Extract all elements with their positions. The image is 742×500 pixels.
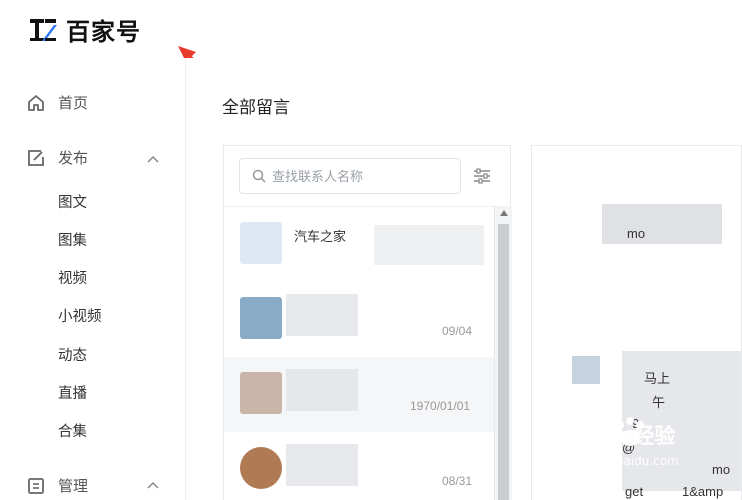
sidebar-item-moments[interactable]: 动态 <box>58 344 87 365</box>
search-input[interactable] <box>272 168 452 184</box>
sidebar-item-label: 管理 <box>58 478 89 495</box>
message-detail-panel: mo 马上 午 9 @ mo get 1&amp <box>531 145 742 500</box>
blurred-content <box>374 225 484 265</box>
sidebar-item-label: 发布 <box>58 150 89 167</box>
message-text: 马上 <box>644 371 671 386</box>
chevron-up-icon[interactable] <box>146 479 160 493</box>
message-text: get <box>625 484 644 499</box>
page-title: 全部留言 <box>222 98 290 117</box>
sidebar-item-label: 首页 <box>58 95 89 112</box>
top-bar: 百家号 <box>0 0 742 58</box>
list-item[interactable]: 08/31 <box>224 432 494 500</box>
sidebar-item-home[interactable]: 首页 <box>26 92 88 113</box>
search-box[interactable] <box>239 158 461 194</box>
sidebar: 首页 发布 图文 图集 视频 小视频 动态 直播 合集 管理 <box>0 58 186 500</box>
message-text: mo <box>627 226 646 241</box>
list-item[interactable]: 汽车之家 <box>224 207 494 282</box>
list-item[interactable]: 1970/01/01 <box>224 357 494 432</box>
home-icon <box>26 93 46 113</box>
scroll-up-icon[interactable] <box>500 210 508 216</box>
blurred-content <box>602 204 722 244</box>
sidebar-item-publish[interactable]: 发布 <box>26 147 88 168</box>
filter-icon[interactable] <box>472 166 492 186</box>
baijiahao-logo-icon <box>30 18 57 41</box>
avatar <box>240 447 282 489</box>
avatar <box>240 297 282 339</box>
document-icon <box>26 476 46 496</box>
message-date: 09/04 <box>442 324 473 338</box>
message-text: 1&amp <box>682 484 724 499</box>
chevron-up-icon[interactable] <box>146 153 160 167</box>
brand-name: 百家号 <box>66 19 141 46</box>
sidebar-item-collection[interactable]: 合集 <box>58 420 87 441</box>
avatar <box>572 356 600 384</box>
contact-panel: 汽车之家 09/04 1970/01/01 08/31 <box>223 145 512 500</box>
sidebar-item-manage[interactable]: 管理 <box>26 475 88 496</box>
list-item[interactable]: 09/04 <box>224 282 494 357</box>
avatar <box>240 372 282 414</box>
message-text: @ <box>622 440 636 455</box>
blurred-content <box>286 294 358 336</box>
edit-icon <box>26 148 46 168</box>
sidebar-item-video[interactable]: 视频 <box>58 267 87 288</box>
sidebar-item-gallery[interactable]: 图集 <box>58 229 87 250</box>
brand-logo[interactable]: 百家号 <box>28 12 141 47</box>
blurred-content <box>286 369 358 411</box>
scroll-thumb[interactable] <box>498 224 509 500</box>
sidebar-item-short-video[interactable]: 小视频 <box>58 305 102 326</box>
sidebar-item-live[interactable]: 直播 <box>58 382 87 403</box>
message-text: 午 <box>652 395 666 410</box>
avatar <box>240 222 282 264</box>
contact-name: 汽车之家 <box>294 229 347 244</box>
sidebar-item-article[interactable]: 图文 <box>58 191 87 212</box>
message-date: 1970/01/01 <box>410 399 471 413</box>
message-text: mo <box>712 462 731 477</box>
main-content: 全部留言 汽车之家 09/04 1970/01/01 <box>186 58 742 500</box>
contact-list-scrollbar[interactable] <box>494 206 512 500</box>
blurred-content <box>286 444 358 486</box>
contact-list: 汽车之家 09/04 1970/01/01 08/31 <box>224 206 494 500</box>
message-date: 08/31 <box>442 474 473 488</box>
message-text: 9 <box>632 416 640 431</box>
search-icon <box>252 169 266 183</box>
